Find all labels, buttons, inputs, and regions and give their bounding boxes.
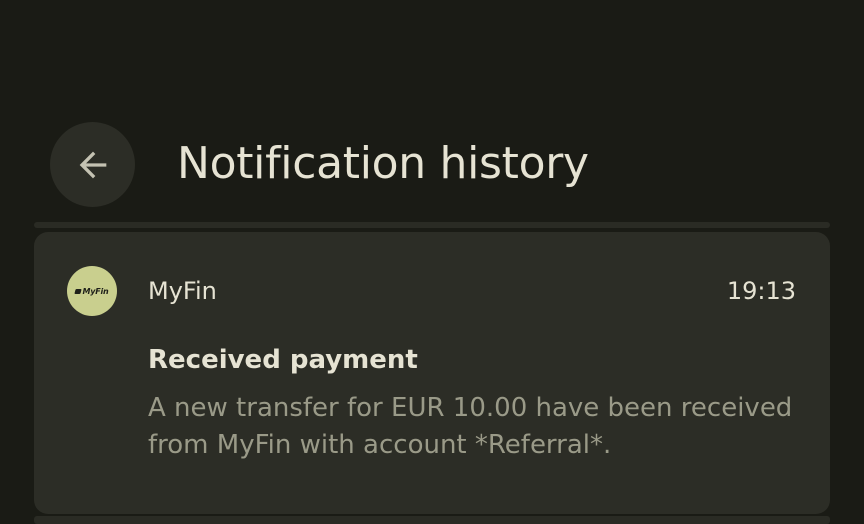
next-card-edge bbox=[34, 516, 830, 524]
notification-card[interactable]: MyFin MyFin 19:13 Received payment A new… bbox=[34, 232, 830, 514]
arrow-back-icon bbox=[73, 145, 113, 185]
back-button[interactable] bbox=[50, 122, 135, 207]
list-top-edge bbox=[34, 222, 830, 228]
app-name: MyFin bbox=[148, 277, 217, 305]
page-title: Notification history bbox=[177, 138, 589, 189]
notification-body: A new transfer for EUR 10.00 have been r… bbox=[148, 393, 793, 460]
notification-title: Received payment bbox=[148, 345, 418, 375]
app-avatar: MyFin bbox=[67, 266, 117, 316]
notification-history-screen: Notification history MyFin MyFin 19:13 R… bbox=[0, 0, 864, 524]
logo-text: MyFin bbox=[82, 286, 109, 296]
notification-time: 19:13 bbox=[726, 277, 796, 305]
logo-mark bbox=[74, 288, 83, 294]
myfin-logo: MyFin bbox=[74, 286, 109, 296]
